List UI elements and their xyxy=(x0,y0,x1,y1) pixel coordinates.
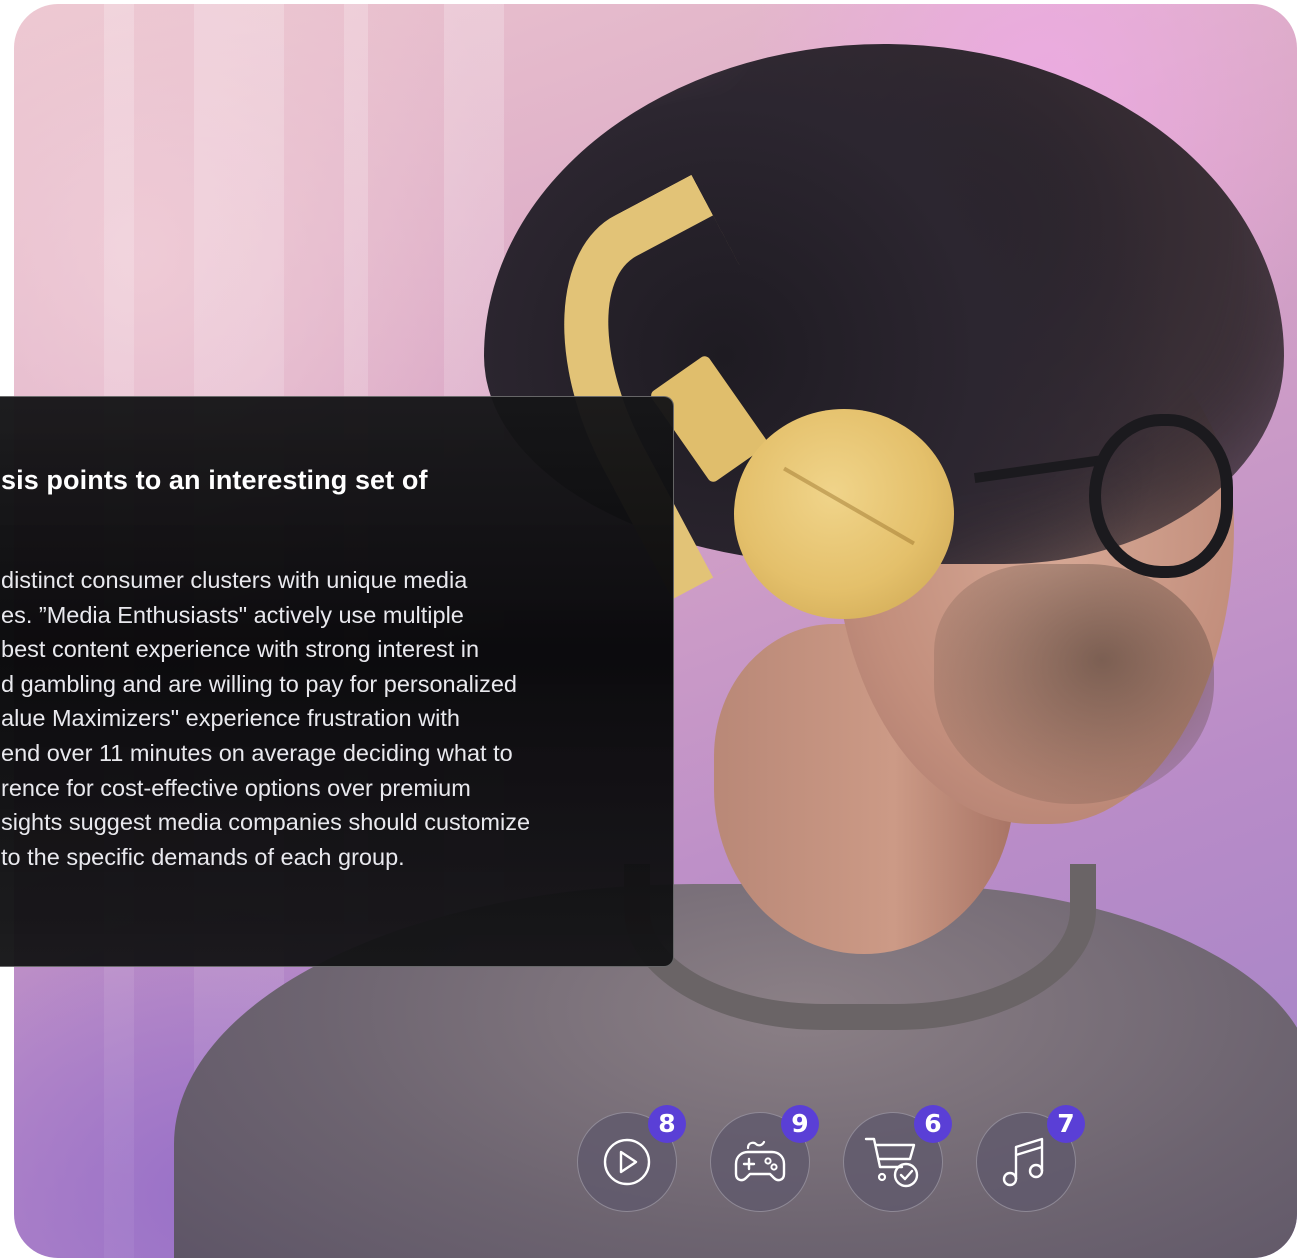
card-body: distinct consumer clusters with unique m… xyxy=(1,563,530,874)
eyeglasses xyxy=(1089,414,1233,578)
gaming-category-button[interactable]: 9 xyxy=(710,1105,819,1212)
card-body-line: to the specific demands of each group. xyxy=(1,843,405,870)
count-badge: 8 xyxy=(648,1105,686,1143)
cart-check-icon xyxy=(864,1137,919,1188)
card-body-line: rence for cost-effective options over pr… xyxy=(1,774,471,801)
shopping-category-button[interactable]: 6 xyxy=(843,1105,952,1212)
music-category-button[interactable]: 7 xyxy=(976,1105,1085,1212)
card-body-line: d gambling and are willing to pay for pe… xyxy=(1,670,518,697)
count-badge: 6 xyxy=(914,1105,952,1143)
music-note-icon xyxy=(1002,1137,1044,1187)
card-body-line: end over 11 minutes on average deciding … xyxy=(1,739,513,766)
card-title: sis points to an interesting set of xyxy=(1,465,428,495)
gamepad-icon xyxy=(734,1140,786,1182)
insight-card: sis points to an interesting set of dist… xyxy=(0,396,674,967)
slide-canvas: sis points to an interesting set of dist… xyxy=(0,0,1307,1258)
category-icon-row: 8 9 6 7 xyxy=(577,1104,1097,1214)
play-icon xyxy=(603,1138,651,1186)
count-badge: 9 xyxy=(781,1105,819,1143)
card-body-line: distinct consumer clusters with unique m… xyxy=(1,567,468,593)
card-body-line: alue Maximizers" experience frustration … xyxy=(1,705,460,732)
headphone-ear-cup xyxy=(734,409,954,619)
count-badge: 7 xyxy=(1047,1105,1085,1143)
card-body-line: es. ”Media Enthusiasts" actively use mul… xyxy=(1,601,464,628)
card-body-line: best content experience with strong inte… xyxy=(1,636,480,663)
video-category-button[interactable]: 8 xyxy=(577,1105,686,1212)
person-beard xyxy=(934,564,1214,804)
card-body-line: sights suggest media companies should cu… xyxy=(1,809,531,836)
